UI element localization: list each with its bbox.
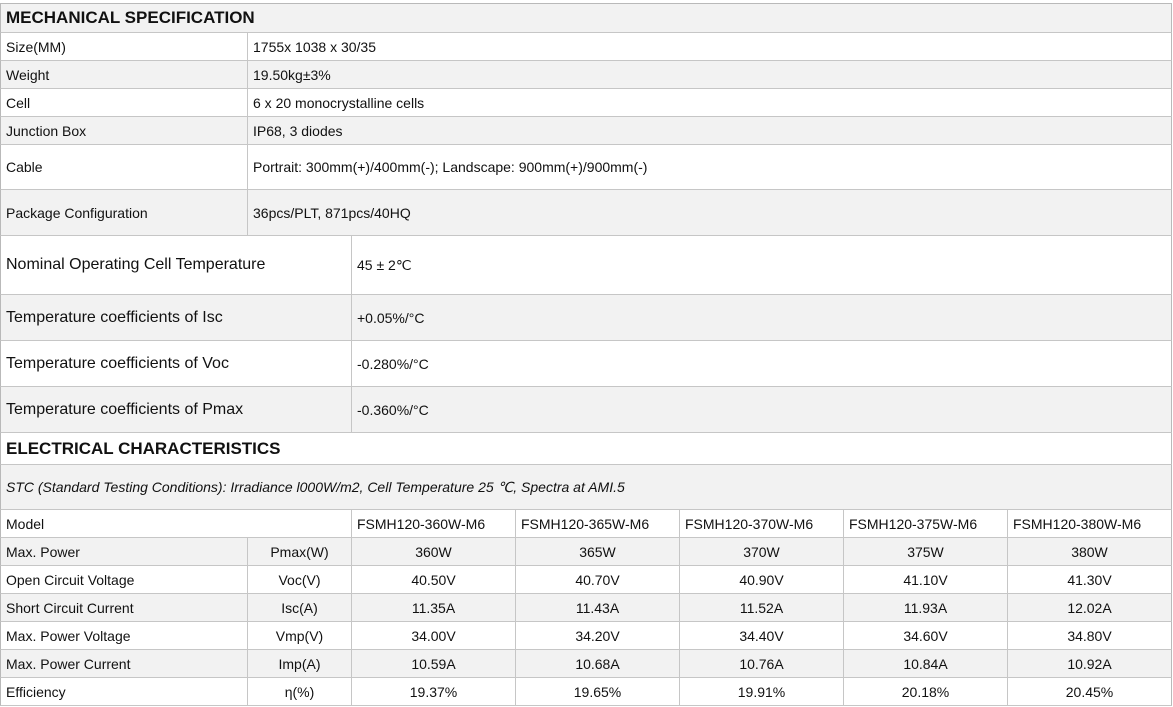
mech-label: Cell — [6, 94, 31, 111]
elec-value: 11.35A — [351, 594, 515, 621]
elec-value: 40.90V — [679, 566, 843, 593]
elec-value: 34.00V — [351, 622, 515, 649]
elec-symbol: Vmp(V) — [247, 622, 351, 649]
mech-value: 36pcs/PLT, 871pcs/40HQ — [247, 190, 1171, 235]
elec-value: 380W — [1007, 538, 1171, 565]
elec-row-imp: Max. Power Current Imp(A) 10.59A 10.68A … — [0, 650, 1172, 678]
elec-label: Efficiency — [6, 683, 66, 700]
elec-row-efficiency: Efficiency η(%) 19.37% 19.65% 19.91% 20.… — [0, 678, 1172, 706]
elec-symbol: Imp(A) — [247, 650, 351, 677]
mech-value: 1755x 1038 x 30/35 — [247, 33, 1171, 60]
stc-note: STC (Standard Testing Conditions): Irrad… — [6, 478, 625, 495]
mech-row-cell: Cell 6 x 20 monocrystalline cells — [0, 89, 1172, 117]
mech-row-junction-box: Junction Box IP68, 3 diodes — [0, 117, 1172, 145]
elec-value: 19.37% — [351, 678, 515, 705]
elec-value: 10.92A — [1007, 650, 1171, 677]
mech-row-cable: Cable Portrait: 300mm(+)/400mm(-); Lands… — [0, 145, 1172, 190]
model-header-row: Model FSMH120-360W-M6 FSMH120-365W-M6 FS… — [0, 510, 1172, 538]
stc-note-row: STC (Standard Testing Conditions): Irrad… — [0, 465, 1172, 510]
elec-value: 34.80V — [1007, 622, 1171, 649]
elec-value: 40.70V — [515, 566, 679, 593]
elec-value: 375W — [843, 538, 1007, 565]
elec-row-max-power: Max. Power Pmax(W) 360W 365W 370W 375W 3… — [0, 538, 1172, 566]
mech-label: Weight — [6, 66, 50, 83]
temp-row-pmax: Temperature coefficients of Pmax -0.360%… — [0, 387, 1172, 433]
temp-row-isc: Temperature coefficients of Isc +0.05%/°… — [0, 295, 1172, 341]
electrical-title: ELECTRICAL CHARACTERISTICS — [6, 438, 281, 458]
temp-value: -0.280%/°C — [351, 341, 1171, 386]
mech-row-package: Package Configuration 36pcs/PLT, 871pcs/… — [0, 190, 1172, 236]
elec-value: 41.30V — [1007, 566, 1171, 593]
mech-row-weight: Weight 19.50kg±3% — [0, 61, 1172, 89]
elec-value: 11.93A — [843, 594, 1007, 621]
mechanical-title-row: MECHANICAL SPECIFICATION — [0, 3, 1172, 33]
elec-value: 20.45% — [1007, 678, 1171, 705]
elec-label: Open Circuit Voltage — [6, 571, 135, 588]
elec-value: 11.43A — [515, 594, 679, 621]
elec-value: 19.91% — [679, 678, 843, 705]
mechanical-title: MECHANICAL SPECIFICATION — [6, 8, 255, 27]
mech-value: IP68, 3 diodes — [247, 117, 1171, 144]
temp-label: Temperature coefficients of Voc — [6, 354, 229, 372]
temp-value: -0.360%/°C — [351, 387, 1171, 432]
elec-value: 34.20V — [515, 622, 679, 649]
temp-label: Temperature coefficients of Isc — [6, 308, 223, 326]
model-name: FSMH120-380W-M6 — [1007, 510, 1171, 537]
model-label: Model — [6, 515, 45, 532]
elec-value: 360W — [351, 538, 515, 565]
elec-row-vmp: Max. Power Voltage Vmp(V) 34.00V 34.20V … — [0, 622, 1172, 650]
temp-value: 45 ± 2℃ — [351, 236, 1171, 294]
mech-value: 19.50kg±3% — [247, 61, 1171, 88]
elec-label: Short Circuit Current — [6, 599, 134, 616]
elec-label: Max. Power Current — [6, 655, 131, 672]
elec-label: Max. Power — [6, 543, 80, 560]
elec-row-isc: Short Circuit Current Isc(A) 11.35A 11.4… — [0, 594, 1172, 622]
mech-label: Cable — [6, 159, 43, 175]
model-name: FSMH120-370W-M6 — [679, 510, 843, 537]
model-name: FSMH120-365W-M6 — [515, 510, 679, 537]
elec-label: Max. Power Voltage — [6, 627, 131, 644]
electrical-title-row: ELECTRICAL CHARACTERISTICS — [0, 433, 1172, 465]
elec-value: 34.40V — [679, 622, 843, 649]
temp-value: +0.05%/°C — [351, 295, 1171, 340]
temp-label: Temperature coefficients of Pmax — [6, 400, 244, 418]
elec-value: 34.60V — [843, 622, 1007, 649]
elec-value: 10.76A — [679, 650, 843, 677]
elec-value: 370W — [679, 538, 843, 565]
temp-row-voc: Temperature coefficients of Voc -0.280%/… — [0, 341, 1172, 387]
elec-symbol: Isc(A) — [247, 594, 351, 621]
elec-value: 12.02A — [1007, 594, 1171, 621]
elec-value: 19.65% — [515, 678, 679, 705]
mech-label: Package Configuration — [6, 204, 148, 221]
mech-label: Junction Box — [6, 122, 87, 139]
model-name: FSMH120-375W-M6 — [843, 510, 1007, 537]
elec-symbol: Pmax(W) — [247, 538, 351, 565]
mech-row-size: Size(MM) 1755x 1038 x 30/35 — [0, 33, 1172, 61]
elec-value: 10.68A — [515, 650, 679, 677]
spec-sheet: MECHANICAL SPECIFICATION Size(MM) 1755x … — [0, 0, 1172, 706]
elec-symbol: η(%) — [247, 678, 351, 705]
elec-value: 365W — [515, 538, 679, 565]
mech-value: Portrait: 300mm(+)/400mm(-); Landscape: … — [247, 145, 1171, 189]
temp-row-noct: Nominal Operating Cell Temperature 45 ± … — [0, 236, 1172, 295]
elec-value: 40.50V — [351, 566, 515, 593]
elec-row-voc: Open Circuit Voltage Voc(V) 40.50V 40.70… — [0, 566, 1172, 594]
elec-value: 41.10V — [843, 566, 1007, 593]
elec-symbol: Voc(V) — [247, 566, 351, 593]
model-name: FSMH120-360W-M6 — [351, 510, 515, 537]
elec-value: 10.84A — [843, 650, 1007, 677]
elec-value: 20.18% — [843, 678, 1007, 705]
elec-value: 10.59A — [351, 650, 515, 677]
mech-value: 6 x 20 monocrystalline cells — [247, 89, 1171, 116]
mech-label: Size(MM) — [6, 38, 66, 55]
temp-label: Nominal Operating Cell Temperature — [6, 256, 266, 273]
elec-value: 11.52A — [679, 594, 843, 621]
